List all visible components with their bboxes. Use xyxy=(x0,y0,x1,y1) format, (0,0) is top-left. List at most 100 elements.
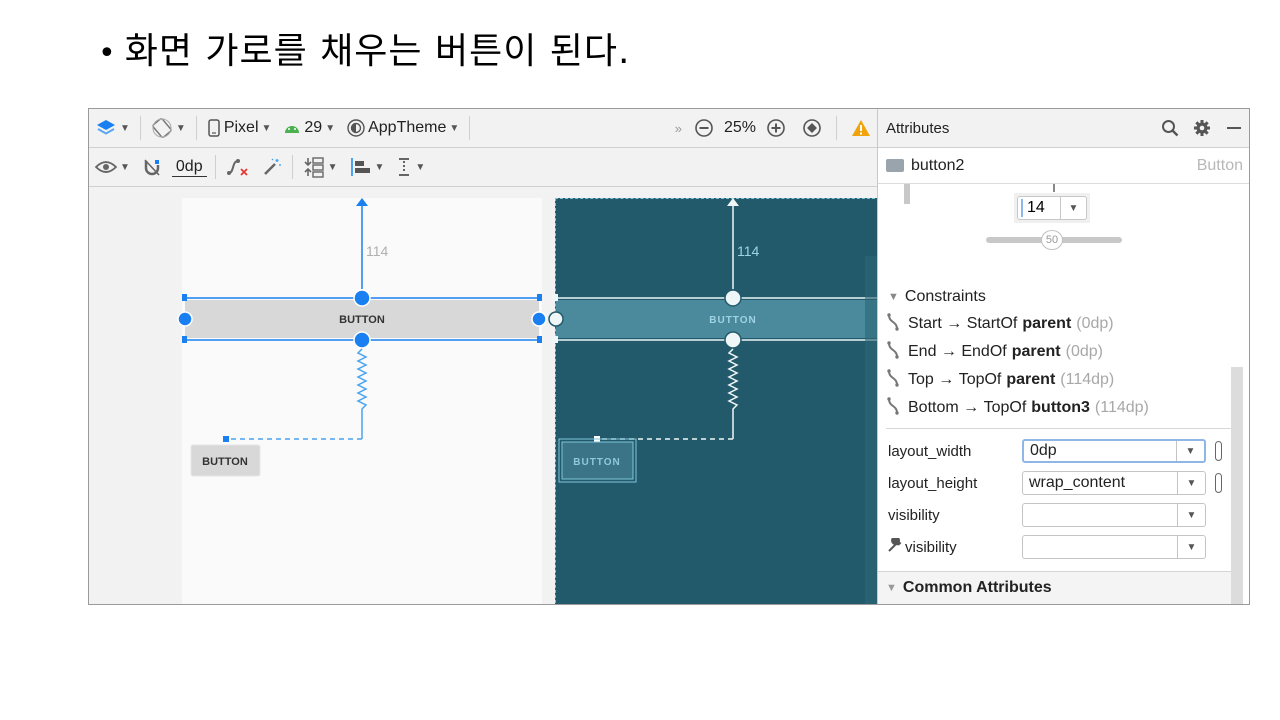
attr-tools-visibility: visibility ▼ xyxy=(878,531,1249,563)
separator xyxy=(139,116,141,140)
guidelines-dropdown[interactable]: ▼ xyxy=(390,157,431,177)
chevron-down-icon: ▼ xyxy=(261,122,272,134)
rotate-icon xyxy=(151,117,173,139)
common-attributes-section[interactable]: ▼ Common Attributes xyxy=(878,571,1231,604)
blueprint-top-anchor[interactable] xyxy=(724,289,742,307)
chevron-down-icon[interactable]: ▼ xyxy=(1177,504,1205,526)
view-options-dropdown[interactable]: ▼ xyxy=(89,160,136,174)
constraint-item[interactable]: Top → TopOf parent (114dp) xyxy=(878,366,1249,394)
device-dropdown[interactable]: Pixel ▼ xyxy=(201,119,278,137)
top-margin-input[interactable]: 14 xyxy=(1021,199,1060,217)
phone-icon xyxy=(207,119,221,137)
widget-left-bar xyxy=(904,184,910,204)
design-canvas[interactable]: BUTTON 114 BUTTON BUTTON 114 BUTTON xyxy=(89,188,885,604)
theme-dropdown[interactable]: AppTheme ▼ xyxy=(341,119,465,137)
blueprint-bottom-constraint-spring[interactable] xyxy=(727,348,739,439)
separator xyxy=(214,155,216,179)
api-level-dropdown[interactable]: 29 ▼ xyxy=(277,119,341,137)
align-dropdown[interactable]: ▼ xyxy=(344,157,391,177)
attr-layout-width: layout_width 0dp ▼ xyxy=(878,435,1249,467)
separator xyxy=(836,116,837,140)
canvas-overlay: BUTTON 114 BUTTON BUTTON 114 BUTTON xyxy=(177,198,877,604)
design-top-anchor[interactable] xyxy=(353,289,371,307)
clear-constraints-button[interactable] xyxy=(220,157,256,177)
collapse-triangle-icon: ▼ xyxy=(886,582,897,594)
warning-icon[interactable] xyxy=(851,119,871,137)
constraint-item[interactable]: Start → StartOf parent (0dp) xyxy=(878,310,1249,338)
overflow-button[interactable]: » xyxy=(675,121,682,136)
component-id: button2 xyxy=(911,156,965,174)
design-bottom-anchor[interactable] xyxy=(353,331,371,349)
default-margin-button[interactable]: Pixel 0dp xyxy=(171,158,207,177)
widget-top-line xyxy=(1053,184,1055,192)
attributes-panel: Attributes button2 Button 14 ▼ 50 ▼ Cons… xyxy=(877,109,1249,604)
android-icon xyxy=(283,122,301,134)
slide-title: • 화면 가로를 채우는 버튼이 된다. xyxy=(98,22,630,74)
layout-height-input[interactable]: wrap_content xyxy=(1023,474,1177,492)
blueprint-margin-label: 114 xyxy=(737,243,760,259)
constraint-widget: 14 ▼ 50 xyxy=(878,184,1249,268)
design-small-button-anchor[interactable] xyxy=(223,436,229,442)
constraint-anchor: StartOf xyxy=(966,315,1018,332)
canvas-scroll-shade xyxy=(865,256,877,604)
visibility-combo[interactable]: ▼ xyxy=(1022,503,1206,527)
height-toggle[interactable] xyxy=(1215,473,1222,493)
constraint-margin: (114dp) xyxy=(1060,371,1115,388)
chevron-down-icon: ▼ xyxy=(449,122,460,134)
constraint-item[interactable]: End → EndOf parent (0dp) xyxy=(878,338,1249,366)
constraint-side: Bottom xyxy=(908,399,959,416)
constraint-side: End xyxy=(908,343,937,360)
panel-scrollbar[interactable] xyxy=(1231,367,1243,604)
constraint-margin: (114dp) xyxy=(1094,399,1149,416)
constraint-side: Start xyxy=(908,315,942,332)
zoom-to-fit-icon[interactable] xyxy=(802,118,822,138)
selected-component: button2 Button xyxy=(878,148,1249,184)
constraint-link-icon xyxy=(886,340,902,364)
minimize-icon[interactable] xyxy=(1225,119,1243,137)
pack-dropdown[interactable]: ▼ xyxy=(297,156,344,178)
attr-label: visibility xyxy=(888,506,940,524)
design-margin-label: 114 xyxy=(366,243,389,259)
chevron-down-icon[interactable]: ▼ xyxy=(1060,197,1086,219)
attr-layout-height: layout_height wrap_content ▼ xyxy=(878,467,1249,499)
guideline-icon xyxy=(396,157,412,177)
separator xyxy=(291,155,293,179)
constraint-link-icon xyxy=(886,396,902,420)
zoom-out-icon[interactable] xyxy=(694,118,714,138)
search-icon[interactable] xyxy=(1161,119,1179,137)
common-attributes-title: Common Attributes xyxy=(902,579,1052,596)
constraint-list: Start → StartOf parent (0dp) End → EndOf pa… xyxy=(878,310,1249,422)
tools-visibility-combo[interactable]: ▼ xyxy=(1022,535,1206,559)
orientation-dropdown[interactable]: ▼ xyxy=(145,117,192,139)
constraint-anchor: TopOf xyxy=(958,371,1002,388)
chevron-down-icon[interactable]: ▼ xyxy=(1176,441,1204,461)
theme-icon xyxy=(347,119,365,137)
constraint-side: Top xyxy=(908,371,934,388)
chevron-down-icon[interactable]: ▼ xyxy=(1177,536,1205,558)
design-toolbar: ▼ ▼ Pixel ▼ 29 ▼ AppTheme ▼ » 25% xyxy=(89,109,877,148)
layout-width-input[interactable]: 0dp xyxy=(1024,442,1176,460)
design-editor: ▼ ▼ Pixel ▼ 29 ▼ AppTheme ▼ » 25% ▼ 0dp … xyxy=(89,109,885,604)
width-toggle[interactable] xyxy=(1215,441,1222,461)
top-margin-combo[interactable]: 14 ▼ xyxy=(1014,193,1090,223)
chevron-down-icon: ▼ xyxy=(327,161,338,173)
gear-icon[interactable] xyxy=(1193,119,1211,137)
attr-label: visibility xyxy=(905,538,957,556)
constraints-section[interactable]: ▼ Constraints xyxy=(878,284,1249,310)
infer-constraints-button[interactable] xyxy=(256,157,288,177)
wrench-icon xyxy=(888,536,902,556)
design-surface-dropdown[interactable]: ▼ xyxy=(89,118,136,138)
layout-width-combo[interactable]: 0dp ▼ xyxy=(1022,439,1206,463)
constraint-item[interactable]: Bottom → TopOf button3 (114dp) xyxy=(878,394,1249,422)
api-level-label: 29 xyxy=(304,119,323,136)
blueprint-bottom-anchor[interactable] xyxy=(724,331,742,349)
design-bottom-constraint-spring[interactable] xyxy=(356,348,368,439)
attributes-header: Attributes xyxy=(878,109,1249,148)
zoom-in-icon[interactable] xyxy=(766,118,786,138)
zoom-level: 25% xyxy=(723,119,756,136)
layout-height-combo[interactable]: wrap_content ▼ xyxy=(1022,471,1206,495)
bias-slider-thumb[interactable]: 50 xyxy=(1041,230,1063,250)
autoconnect-toggle[interactable] xyxy=(136,157,168,177)
eye-icon xyxy=(95,160,117,174)
chevron-down-icon[interactable]: ▼ xyxy=(1177,472,1205,494)
